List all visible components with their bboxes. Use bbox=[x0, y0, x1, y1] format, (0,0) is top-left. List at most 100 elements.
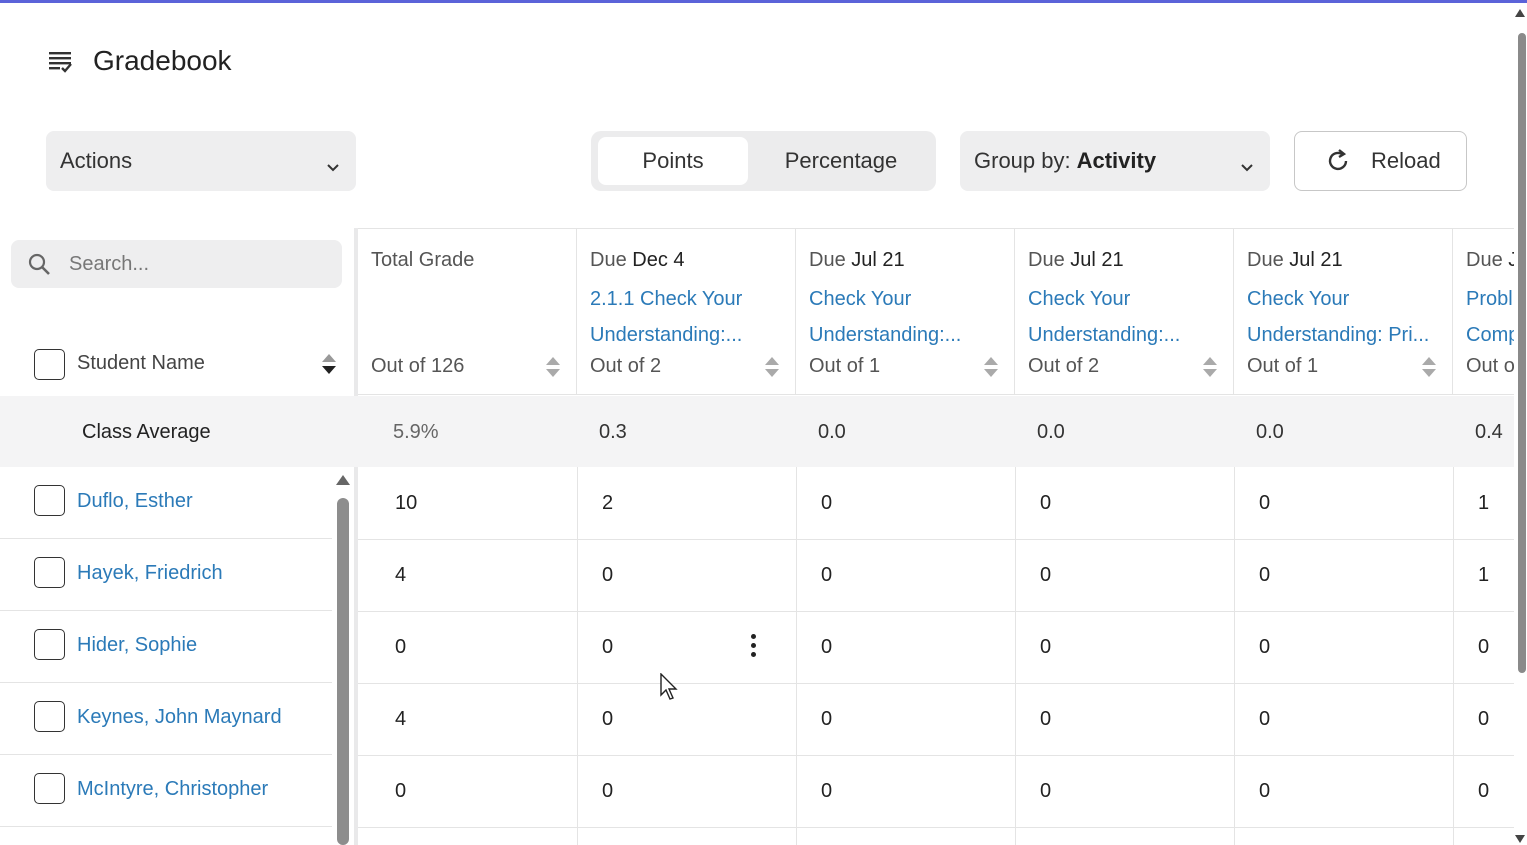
grade-cell[interactable]: 0 bbox=[821, 492, 832, 515]
percentage-toggle-button[interactable]: Percentage bbox=[751, 137, 931, 185]
grade-cell[interactable]: 0 bbox=[821, 564, 832, 587]
grade-cell[interactable]: 0 bbox=[1478, 636, 1489, 659]
page-scrollbar-thumb[interactable] bbox=[1518, 33, 1526, 673]
scroll-down-icon[interactable] bbox=[1515, 835, 1525, 843]
column-due: Due Dec 4 bbox=[590, 249, 685, 271]
grade-cell[interactable]: 0 bbox=[1040, 780, 1051, 803]
sort-icon[interactable] bbox=[765, 357, 779, 379]
student-name-link[interactable]: McIntyre, Christopher bbox=[77, 778, 268, 801]
page-scrollbar[interactable] bbox=[1513, 3, 1527, 845]
student-row: Hider, Sophie bbox=[0, 611, 332, 683]
grade-cell[interactable]: 0 bbox=[395, 780, 406, 803]
reload-icon bbox=[1325, 148, 1351, 174]
reload-label: Reload bbox=[1371, 148, 1441, 173]
grade-cell[interactable]: 0 bbox=[821, 708, 832, 731]
activity-link[interactable]: Check Your Understanding:... bbox=[1028, 281, 1224, 353]
actions-label: Actions bbox=[60, 148, 133, 173]
grade-cell[interactable]: 0 bbox=[1259, 636, 1270, 659]
grade-cell[interactable]: 4 bbox=[395, 708, 406, 731]
column-header-activity: Due Jul 21 Check Your Understanding:... … bbox=[796, 229, 1015, 394]
grade-cell[interactable]: 0 bbox=[602, 780, 613, 803]
row-divider bbox=[358, 611, 1514, 612]
page-header: Gradebook bbox=[47, 45, 232, 77]
student-checkbox[interactable] bbox=[34, 485, 65, 516]
student-row: Duflo, Esther bbox=[0, 467, 332, 539]
student-row: Keynes, John Maynard bbox=[0, 683, 332, 755]
column-out-of: Out of 2 bbox=[1028, 355, 1100, 377]
student-name-link[interactable]: Hayek, Friedrich bbox=[77, 562, 223, 585]
average-cell: 0.0 bbox=[1256, 421, 1284, 443]
student-name-column-header: Student Name bbox=[0, 340, 355, 390]
column-divider bbox=[577, 467, 578, 845]
sort-icon[interactable] bbox=[984, 357, 998, 379]
sort-icon[interactable] bbox=[1422, 357, 1436, 379]
sort-icon[interactable] bbox=[546, 357, 560, 379]
grade-cell[interactable]: 0 bbox=[1040, 636, 1051, 659]
grade-cell[interactable]: 0 bbox=[1040, 564, 1051, 587]
sort-icon[interactable] bbox=[1203, 357, 1217, 379]
more-options-icon[interactable] bbox=[751, 634, 757, 658]
column-out-of: Out o bbox=[1466, 355, 1514, 377]
scroll-up-icon[interactable] bbox=[336, 475, 350, 485]
student-checkbox[interactable] bbox=[34, 557, 65, 588]
reload-button[interactable]: Reload bbox=[1294, 131, 1467, 191]
student-checkbox[interactable] bbox=[34, 629, 65, 660]
grade-grid: 5.9% 0.3 0.0 0.0 0.0 0.4 10 2 0 0 0 1 4 … bbox=[358, 396, 1514, 845]
grade-cell[interactable]: 0 bbox=[1259, 564, 1270, 587]
view-toggle: Points Percentage bbox=[591, 131, 936, 191]
column-out-of: Out of 1 bbox=[809, 355, 881, 377]
student-name-header-label: Student Name bbox=[77, 352, 205, 374]
grade-cell[interactable]: 0 bbox=[1259, 492, 1270, 515]
activity-link[interactable]: Probl Comp bbox=[1466, 281, 1514, 353]
group-by-dropdown[interactable]: Group by: Activity bbox=[960, 131, 1270, 191]
grade-cell[interactable]: 1 bbox=[1478, 492, 1489, 515]
select-all-checkbox[interactable] bbox=[34, 349, 65, 380]
scroll-up-icon[interactable] bbox=[1515, 9, 1525, 17]
student-name-link[interactable]: Hider, Sophie bbox=[77, 634, 197, 657]
grade-cell[interactable]: 0 bbox=[1478, 780, 1489, 803]
column-due: Due Jul 21 bbox=[1247, 249, 1343, 271]
gradebook-icon bbox=[47, 48, 73, 74]
points-toggle-button[interactable]: Points bbox=[598, 137, 748, 185]
grade-cell[interactable]: 10 bbox=[395, 492, 417, 515]
grade-cell[interactable]: 0 bbox=[1040, 708, 1051, 731]
grade-cell[interactable]: 1 bbox=[1478, 564, 1489, 587]
student-row: Hayek, Friedrich bbox=[0, 539, 332, 611]
grade-cell[interactable]: 0 bbox=[1040, 492, 1051, 515]
grade-cell[interactable]: 0 bbox=[1478, 708, 1489, 731]
grade-cell[interactable]: 2 bbox=[602, 492, 613, 515]
column-header-activity: Due Jul 21 Check Your Understanding: Pri… bbox=[1234, 229, 1453, 394]
grade-cell[interactable]: 0 bbox=[602, 708, 613, 731]
student-name-link[interactable]: Duflo, Esther bbox=[77, 490, 193, 513]
grade-cell[interactable]: 4 bbox=[395, 564, 406, 587]
activity-link[interactable]: Check Your Understanding: Pri... bbox=[1247, 281, 1443, 353]
average-cell: 0.0 bbox=[818, 421, 846, 443]
column-header-activity: Due J Probl Comp Out o bbox=[1453, 229, 1514, 394]
student-name-link[interactable]: Keynes, John Maynard bbox=[77, 706, 282, 729]
student-checkbox[interactable] bbox=[34, 701, 65, 732]
column-divider bbox=[796, 467, 797, 845]
average-cell: 0.0 bbox=[1037, 421, 1065, 443]
grade-cell[interactable]: 0 bbox=[395, 636, 406, 659]
column-header-activity: Due Dec 4 2.1.1 Check Your Understanding… bbox=[577, 229, 796, 394]
grade-cell[interactable]: 0 bbox=[1259, 708, 1270, 731]
student-checkbox[interactable] bbox=[34, 773, 65, 804]
grade-cell[interactable]: 0 bbox=[821, 636, 832, 659]
student-list-scrollbar-thumb[interactable] bbox=[337, 498, 349, 845]
grade-cell[interactable]: 0 bbox=[602, 564, 613, 587]
column-due: Due Jul 21 bbox=[1028, 249, 1124, 271]
grade-columns-header: Total Grade Out of 126 Due Dec 4 2.1.1 C… bbox=[358, 228, 1514, 395]
activity-link[interactable]: 2.1.1 Check Your Understanding:... bbox=[590, 281, 786, 353]
grade-cell[interactable]: 0 bbox=[602, 636, 613, 659]
grade-cell[interactable]: 0 bbox=[821, 780, 832, 803]
column-out-of: Out of 126 bbox=[371, 355, 465, 377]
sort-icon[interactable] bbox=[322, 354, 336, 376]
activity-link[interactable]: Check Your Understanding:... bbox=[809, 281, 1005, 353]
search-input[interactable] bbox=[69, 252, 319, 276]
page-title: Gradebook bbox=[93, 45, 232, 76]
actions-dropdown[interactable]: Actions bbox=[46, 131, 356, 191]
column-header-total-grade: Total Grade Out of 126 bbox=[358, 229, 577, 394]
average-cell: 0.3 bbox=[599, 421, 627, 443]
grade-cell[interactable]: 0 bbox=[1259, 780, 1270, 803]
column-title: Total Grade bbox=[371, 249, 475, 271]
